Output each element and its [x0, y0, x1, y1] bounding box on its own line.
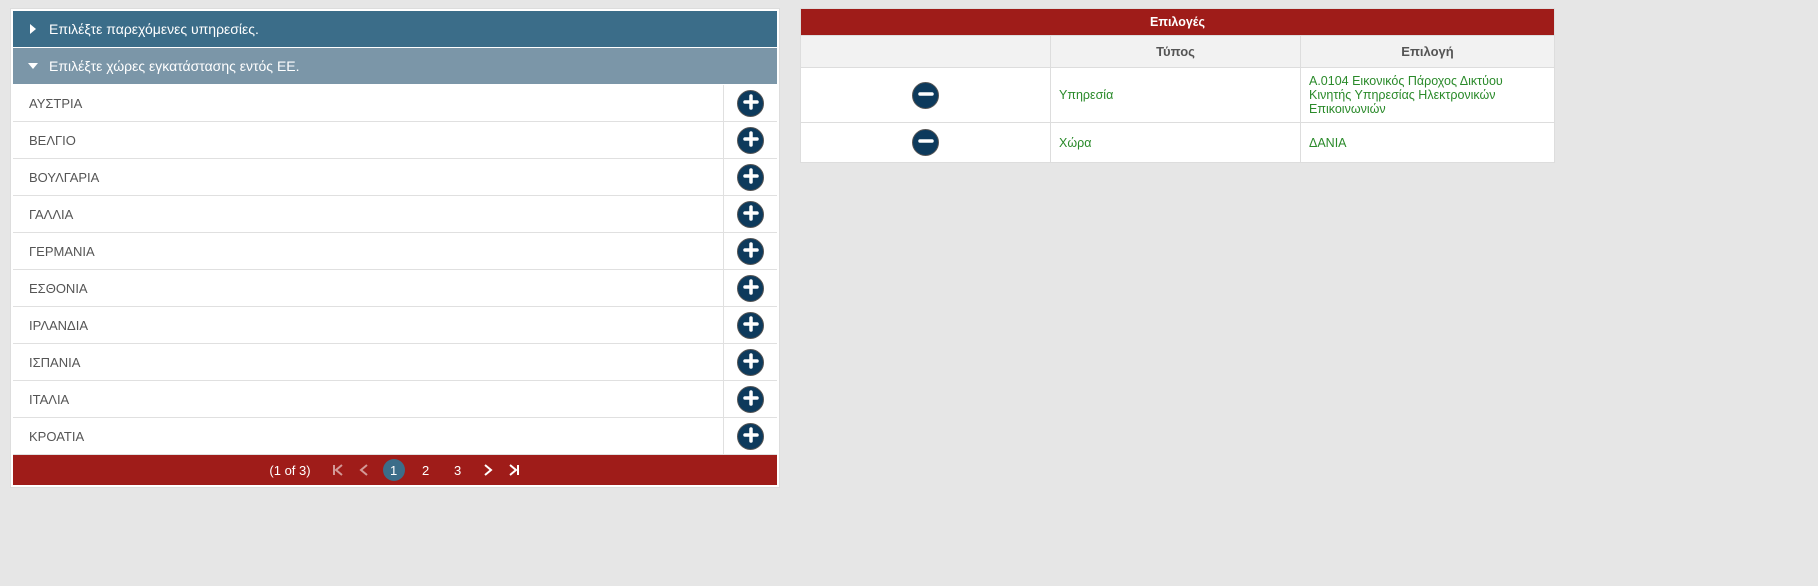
accordion-label: Επιλέξτε χώρες εγκατάστασης εντός ΕΕ.	[49, 58, 300, 74]
plus-icon	[743, 316, 759, 335]
minus-icon	[918, 133, 934, 152]
add-cell	[723, 196, 777, 232]
add-cell	[723, 344, 777, 380]
country-list: ΑΥΣΤΡΙΑΒΕΛΓΙΟΒΟΥΛΓΑΡΙΑΓΑΛΛΙΑΓΕΡΜΑΝΙΑΕΣΘΟ…	[13, 85, 777, 455]
add-cell	[723, 307, 777, 343]
plus-icon	[743, 353, 759, 372]
choice-cell: A.0104 Εικονικός Πάροχος Δικτύου Κινητής…	[1301, 68, 1555, 123]
minus-icon	[918, 86, 934, 105]
add-button[interactable]	[737, 90, 764, 117]
country-name: ΙΣΠΑΝΙΑ	[13, 345, 723, 380]
country-name: ΙΡΛΑΝΔΙΑ	[13, 308, 723, 343]
plus-icon	[743, 427, 759, 446]
first-page-icon[interactable]	[331, 463, 345, 477]
left-panel: Επιλέξτε παρεχόμενες υπηρεσίες. Επιλέξτε…	[10, 8, 780, 488]
page-number[interactable]: 1	[383, 459, 405, 481]
plus-icon	[743, 131, 759, 150]
type-cell: Χώρα	[1051, 123, 1301, 163]
plus-icon	[743, 168, 759, 187]
add-button[interactable]	[737, 386, 764, 413]
country-row: ΑΥΣΤΡΙΑ	[13, 85, 777, 122]
paginator: (1 of 3) 123	[13, 455, 777, 485]
country-row: ΚΡΟΑΤΙΑ	[13, 418, 777, 455]
type-column-header: Τύπος	[1051, 36, 1301, 68]
page-info: (1 of 3)	[269, 463, 310, 478]
add-cell	[723, 159, 777, 195]
add-button[interactable]	[737, 275, 764, 302]
country-row: ΓΑΛΛΙΑ	[13, 196, 777, 233]
chevron-right-icon	[27, 23, 39, 35]
add-button[interactable]	[737, 349, 764, 376]
country-row: ΓΕΡΜΑΝΙΑ	[13, 233, 777, 270]
choice-cell: ΔΑΝΙΑ	[1301, 123, 1555, 163]
plus-icon	[743, 94, 759, 113]
prev-page-icon[interactable]	[359, 463, 369, 477]
add-cell	[723, 233, 777, 269]
choice-column-header: Επιλογή	[1301, 36, 1555, 68]
plus-icon	[743, 242, 759, 261]
plus-icon	[743, 279, 759, 298]
type-cell: Υπηρεσία	[1051, 68, 1301, 123]
next-page-icon[interactable]	[483, 463, 493, 477]
selections-table: Επιλογές Τύπος Επιλογή ΥπηρεσίαA.0104 Ει…	[800, 8, 1555, 163]
country-row: ΒΟΥΛΓΑΡΙΑ	[13, 159, 777, 196]
remove-button[interactable]	[912, 129, 939, 156]
add-button[interactable]	[737, 201, 764, 228]
country-name: ΓΑΛΛΙΑ	[13, 197, 723, 232]
last-page-icon[interactable]	[507, 463, 521, 477]
action-column-header	[801, 36, 1051, 68]
add-cell	[723, 85, 777, 121]
plus-icon	[743, 390, 759, 409]
country-name: ΓΕΡΜΑΝΙΑ	[13, 234, 723, 269]
country-row: ΒΕΛΓΙΟ	[13, 122, 777, 159]
add-button[interactable]	[737, 127, 764, 154]
add-button[interactable]	[737, 164, 764, 191]
country-row: ΙΣΠΑΝΙΑ	[13, 344, 777, 381]
right-panel: Επιλογές Τύπος Επιλογή ΥπηρεσίαA.0104 Ει…	[800, 8, 1555, 488]
page-numbers: 123	[383, 459, 469, 481]
country-name: ΑΥΣΤΡΙΑ	[13, 86, 723, 121]
page-number[interactable]: 2	[415, 459, 437, 481]
country-row: ΙΡΛΑΝΔΙΑ	[13, 307, 777, 344]
country-row: ΙΤΑΛΙΑ	[13, 381, 777, 418]
add-cell	[723, 381, 777, 417]
accordion-services[interactable]: Επιλέξτε παρεχόμενες υπηρεσίες.	[13, 11, 777, 48]
table-row: ΧώραΔΑΝΙΑ	[801, 123, 1555, 163]
table-row: ΥπηρεσίαA.0104 Εικονικός Πάροχος Δικτύου…	[801, 68, 1555, 123]
add-button[interactable]	[737, 312, 764, 339]
accordion-countries[interactable]: Επιλέξτε χώρες εγκατάστασης εντός ΕΕ.	[13, 48, 777, 85]
add-cell	[723, 418, 777, 454]
page-number[interactable]: 3	[447, 459, 469, 481]
chevron-down-icon	[27, 60, 39, 72]
selections-header: Επιλογές	[801, 9, 1555, 36]
add-button[interactable]	[737, 423, 764, 450]
plus-icon	[743, 205, 759, 224]
country-name: ΒΟΥΛΓΑΡΙΑ	[13, 160, 723, 195]
action-cell	[801, 123, 1051, 163]
country-name: ΙΤΑΛΙΑ	[13, 382, 723, 417]
add-cell	[723, 122, 777, 158]
country-row: ΕΣΘΟΝΙΑ	[13, 270, 777, 307]
country-name: ΒΕΛΓΙΟ	[13, 123, 723, 158]
add-cell	[723, 270, 777, 306]
remove-button[interactable]	[912, 82, 939, 109]
country-name: ΚΡΟΑΤΙΑ	[13, 419, 723, 454]
add-button[interactable]	[737, 238, 764, 265]
country-name: ΕΣΘΟΝΙΑ	[13, 271, 723, 306]
action-cell	[801, 68, 1051, 123]
accordion-label: Επιλέξτε παρεχόμενες υπηρεσίες.	[49, 21, 259, 37]
